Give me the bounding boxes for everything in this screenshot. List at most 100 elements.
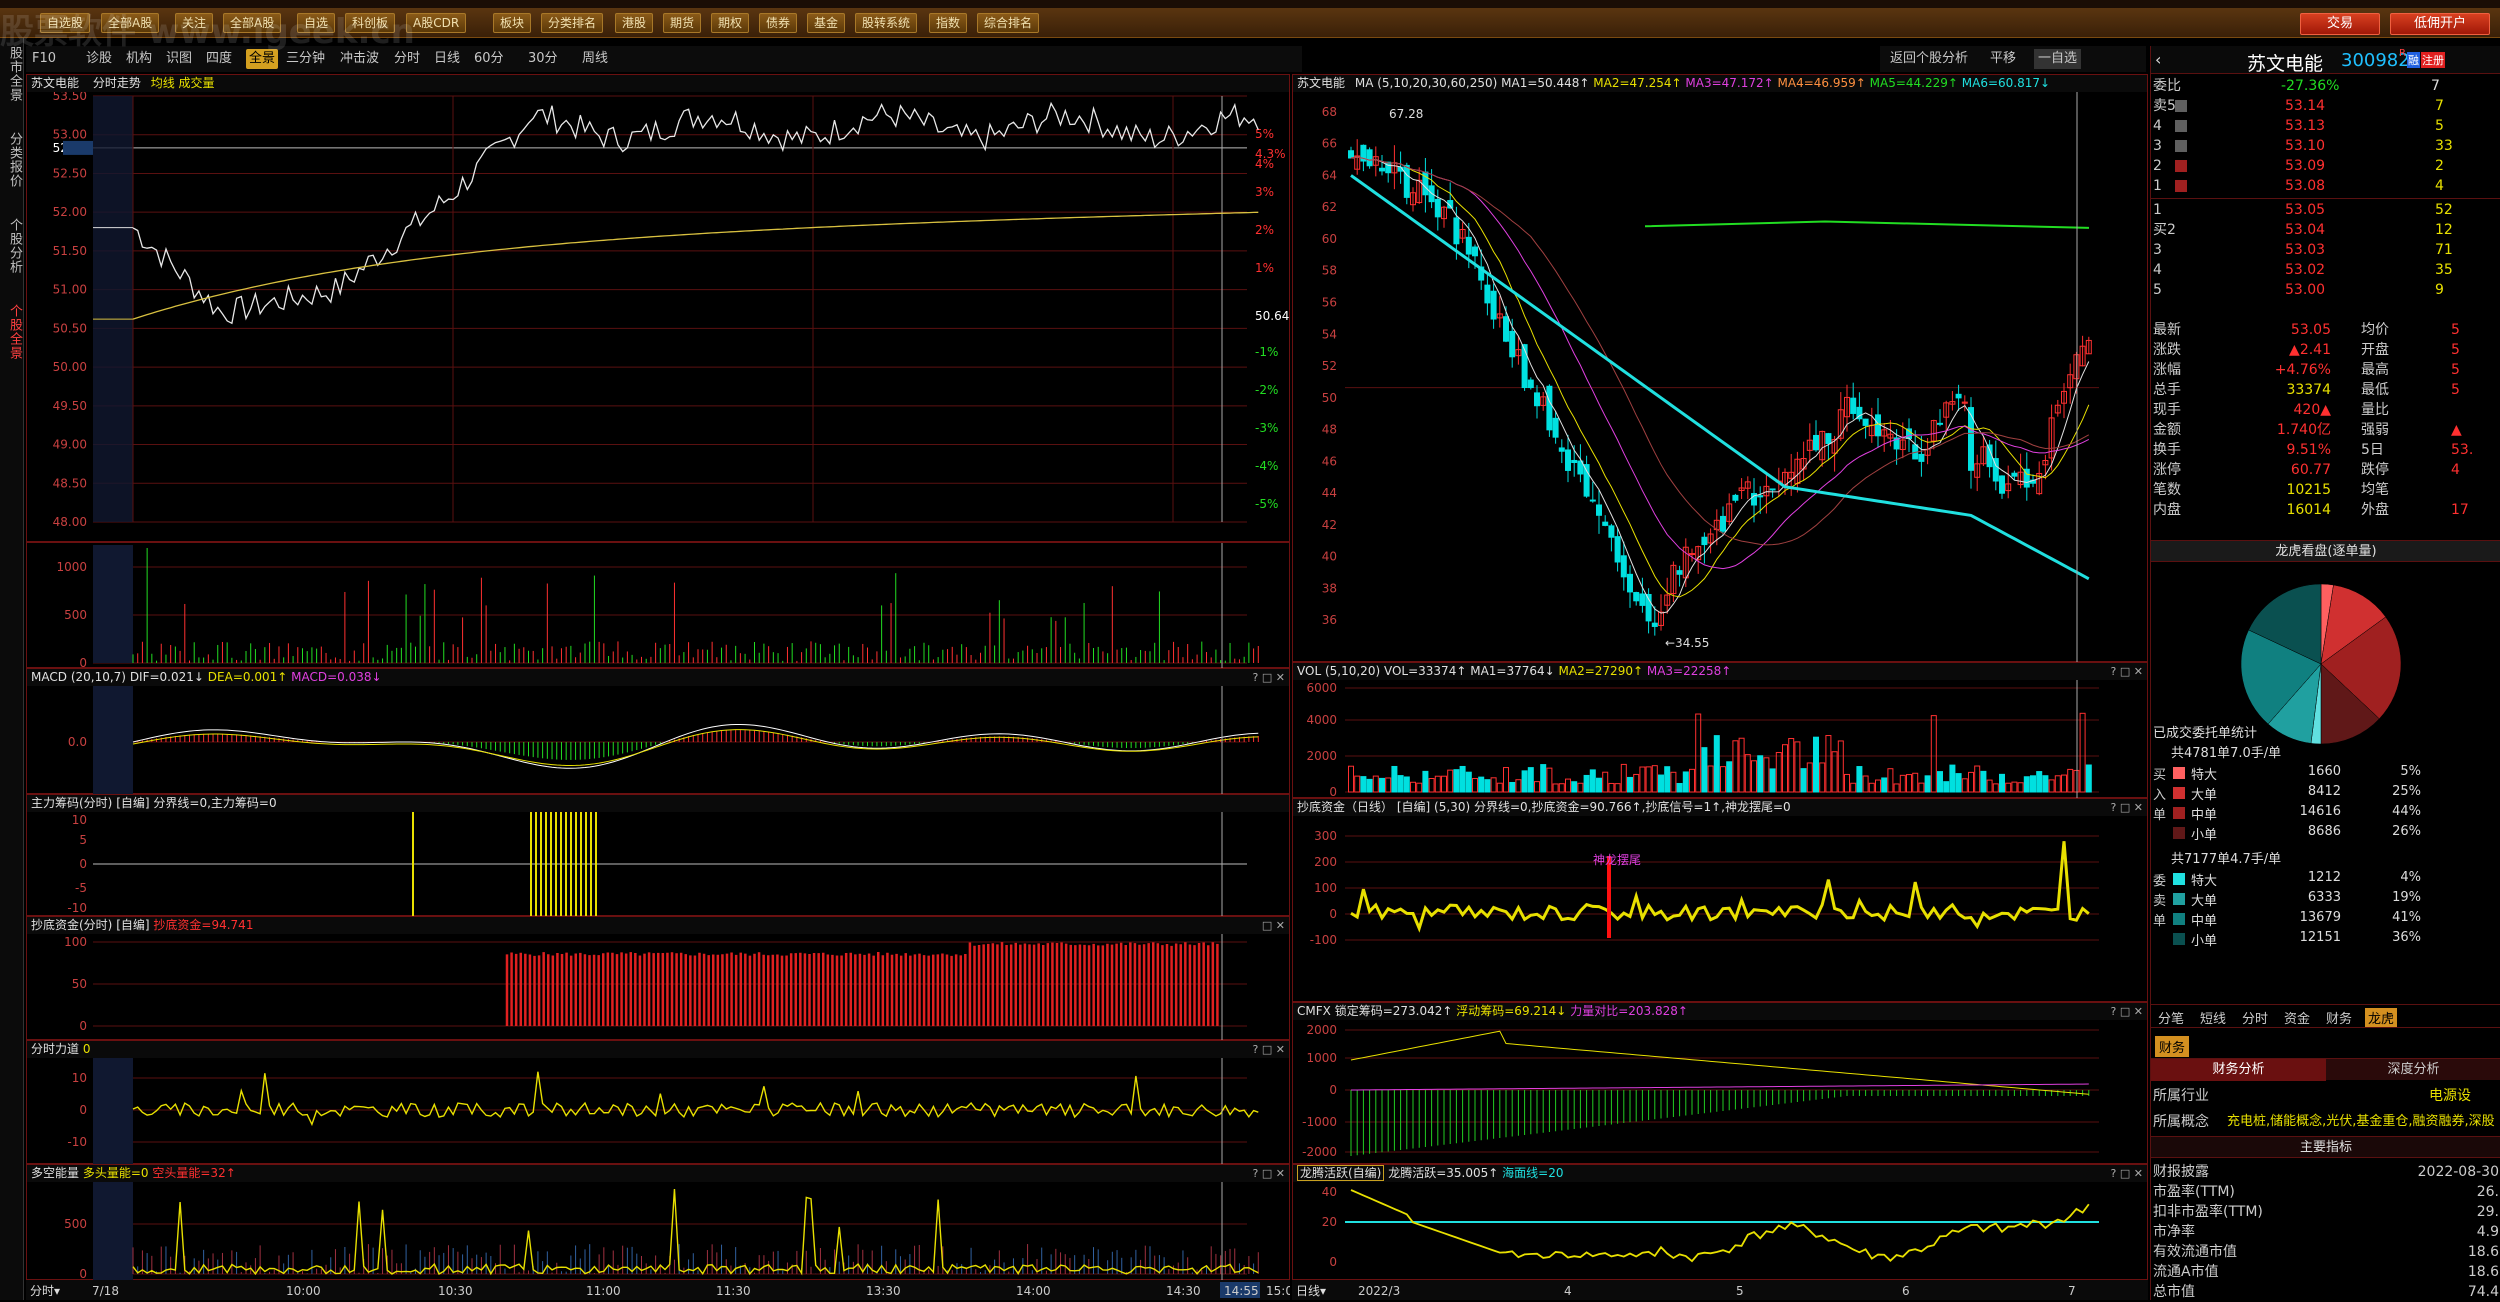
daily-vol-bar (1459, 765, 1466, 793)
ask-volume: 5 (2435, 118, 2444, 134)
concept-value[interactable]: 充电桩,储能概念,光伏,基金重仓,融资融券,深股 (2227, 1112, 2495, 1132)
macd-chart[interactable]: 0.0 (27, 686, 1291, 795)
kline-candle (1552, 417, 1559, 438)
daily-toolbar-item-0[interactable]: 返回个股分析 (1890, 49, 1968, 69)
menu-item-10[interactable]: 期货 (663, 13, 702, 33)
daily-vol-bar (1658, 774, 1664, 793)
menu-item-16[interactable]: 综合排名 (977, 13, 1040, 33)
daily-ma-indicator[interactable]: MA (1355, 76, 1374, 90)
cmfx-name[interactable]: CMFX (1297, 1004, 1331, 1018)
menu-item-14[interactable]: 股转系统 (855, 13, 918, 33)
cdzj-daily-name[interactable]: 抄底资金（日线） (1297, 800, 1393, 814)
panel-window-buttons[interactable]: ? □ ✕ (2111, 663, 2143, 680)
daily-kline-chart[interactable]: 68 66 64 62 60 58 56 54 52 50 48 46 44 42 40 38 36 67.28 ←… (1293, 92, 2149, 663)
cmfx-chart[interactable]: 2000 1000 0 -1000 -2000 (1293, 1020, 2149, 1165)
daily-vol-bar (1974, 765, 1981, 793)
side-tab-1[interactable]: 短线 (2197, 1008, 2229, 1027)
ask-row[interactable]: 2 53.09 2 (2151, 156, 2500, 176)
side-tab-5[interactable]: 龙虎 (2365, 1008, 2398, 1027)
panel-window-buttons[interactable]: ? □ ✕ (2111, 1165, 2143, 1182)
bid-row[interactable]: 4 53.02 35 (2151, 260, 2500, 280)
quote-label2: 外盘 (2361, 502, 2389, 518)
daily-toolbar: 返回个股分析 平移 一自选 (1880, 46, 2146, 72)
sell-volume: 1212 (2307, 870, 2341, 885)
bid-row[interactable]: 3 53.03 71 (2151, 240, 2500, 260)
toolbar-item-10[interactable]: 60分 (474, 49, 504, 69)
panel-window-buttons[interactable]: ? □ ✕ (2111, 799, 2143, 816)
panel-window-buttons[interactable]: ? □ ✕ (1253, 669, 1285, 686)
side-tab-4[interactable]: 财务 (2323, 1008, 2355, 1027)
fsld-chart[interactable]: 10 0 -10 (27, 1058, 1291, 1165)
left-nav-item-2[interactable]: 个股分析 (2, 218, 22, 274)
time-tick-label: 15:00 (1266, 1284, 1290, 1298)
side-tab-2[interactable]: 分时 (2239, 1008, 2271, 1027)
bid-price: 53.05 (2285, 202, 2326, 218)
cdzj-intraday-chart[interactable]: 100 50 0 (27, 934, 1291, 1041)
fsld-panel: 分时力道 0 ? □ ✕ 10 0 -10 (26, 1040, 1291, 1165)
toolbar-item-9[interactable]: 日线 (434, 49, 460, 69)
daily-toolbar-item-1[interactable]: 平移 (1990, 49, 2016, 69)
menu-item-7[interactable]: 板块 (493, 13, 532, 33)
side-tab-0[interactable]: 分笔 (2155, 1008, 2187, 1027)
menu-item-6[interactable]: A股CDR (406, 13, 467, 33)
ask-row[interactable]: 卖5 53.14 7 (2151, 96, 2500, 116)
panel-window-buttons[interactable]: ? □ ✕ (2111, 1003, 2143, 1020)
lthy-name[interactable]: 龙腾活跃(自编) (1297, 1165, 1385, 1181)
intraday-chart[interactable]: 53.5053.0052.8352.5052.0051.5051.0050.50… (27, 92, 1291, 543)
menu-item-11[interactable]: 期权 (711, 13, 750, 33)
menu-item-9[interactable]: 港股 (615, 13, 654, 33)
menu-item-8[interactable]: 分类排名 (541, 13, 604, 33)
quote-label: 涨幅 (2153, 362, 2181, 378)
zljm-name[interactable]: 主力筹码(分时) (31, 796, 112, 810)
menu-item-12[interactable]: 债券 (759, 13, 798, 33)
macd-name[interactable]: MACD (31, 670, 67, 684)
daily-toolbar-item-2[interactable]: 一自选 (2034, 49, 2082, 69)
dkn-chart[interactable]: 500 0 (27, 1182, 1291, 1281)
finance-row: 流通A市值 18.6 (2151, 1262, 2500, 1282)
left-nav-item-3[interactable]: 个股全景 (2, 304, 22, 360)
daily-vol-bar (1912, 772, 1919, 793)
daily-vol-bar (1627, 776, 1633, 793)
kline-candle (1620, 555, 1627, 578)
toolbar-item-12[interactable]: 周线 (582, 49, 608, 69)
cdzj-intraday-name[interactable]: 抄底资金(分时) (31, 918, 112, 932)
fsld-name[interactable]: 分时力道 (31, 1042, 79, 1056)
daily-volume-chart[interactable]: 6000 4000 2000 0 (1293, 680, 2149, 799)
tab-finance-label[interactable]: 财务 (2155, 1036, 2190, 1057)
daily-vol-bar (1379, 777, 1385, 793)
menu-item-15[interactable]: 指数 (929, 13, 968, 33)
zljm-chart[interactable]: 10 5 0 -5 -10 (27, 812, 1291, 917)
bid-row[interactable]: 1 53.05 52 (2151, 200, 2500, 220)
panel-window-buttons[interactable]: ? □ ✕ (1253, 1165, 1285, 1182)
panel-window-buttons[interactable]: ? □ ✕ (1253, 1041, 1285, 1058)
toolbar-item-11[interactable]: 30分 (528, 49, 558, 69)
side-tab-3[interactable]: 资金 (2281, 1008, 2313, 1027)
dkn-name[interactable]: 多空能量 (31, 1166, 79, 1180)
daily-vol-name[interactable]: VOL (1297, 664, 1321, 678)
trade-button[interactable]: 交易 (2300, 13, 2380, 35)
finance-row: 扣非市盈率(TTM) 29. (2151, 1202, 2500, 1222)
book-divider (2151, 198, 2500, 199)
industry-value[interactable]: 电源设 (2429, 1086, 2471, 1106)
back-arrow-icon[interactable]: ‹ (2155, 50, 2161, 69)
ask-row[interactable]: 3 53.10 33 (2151, 136, 2500, 156)
finance-value: 29. (2476, 1204, 2499, 1220)
lthy-chart[interactable]: 40 20 0 (1293, 1182, 2149, 1281)
macd-panel: MACD (20,10,7) DIF=0.021↓ DEA=0.001↑ MAC… (26, 668, 1291, 795)
left-nav-item-0[interactable]: 股市全景 (2, 46, 22, 102)
tab-deep-analysis[interactable]: 深度分析 (2326, 1059, 2500, 1081)
ask-row[interactable]: 1 53.08 4 (2151, 176, 2500, 196)
ask-row[interactable]: 4 53.13 5 (2151, 116, 2500, 136)
bid-row[interactable]: 5 53.00 9 (2151, 280, 2500, 300)
kline-candle (1571, 459, 1578, 463)
left-nav-item-1[interactable]: 分类报价 (2, 132, 22, 188)
buy-side-label: 单 (2153, 808, 2167, 823)
kline-candle (1596, 504, 1602, 516)
panel-window-buttons[interactable]: □ ✕ (1262, 917, 1285, 934)
bid-row[interactable]: 买2 53.04 12 (2151, 220, 2500, 240)
tab-finance-analysis[interactable]: 财务分析 (2151, 1059, 2326, 1081)
intraday-volume-chart[interactable]: 10005000 (27, 543, 1291, 669)
menu-item-13[interactable]: 基金 (807, 13, 846, 33)
cdzj-daily-chart[interactable]: 300 200 100 0 -100 神龙摆尾 (1293, 816, 2149, 1003)
open-account-button[interactable]: 低佣开户 (2390, 13, 2490, 35)
